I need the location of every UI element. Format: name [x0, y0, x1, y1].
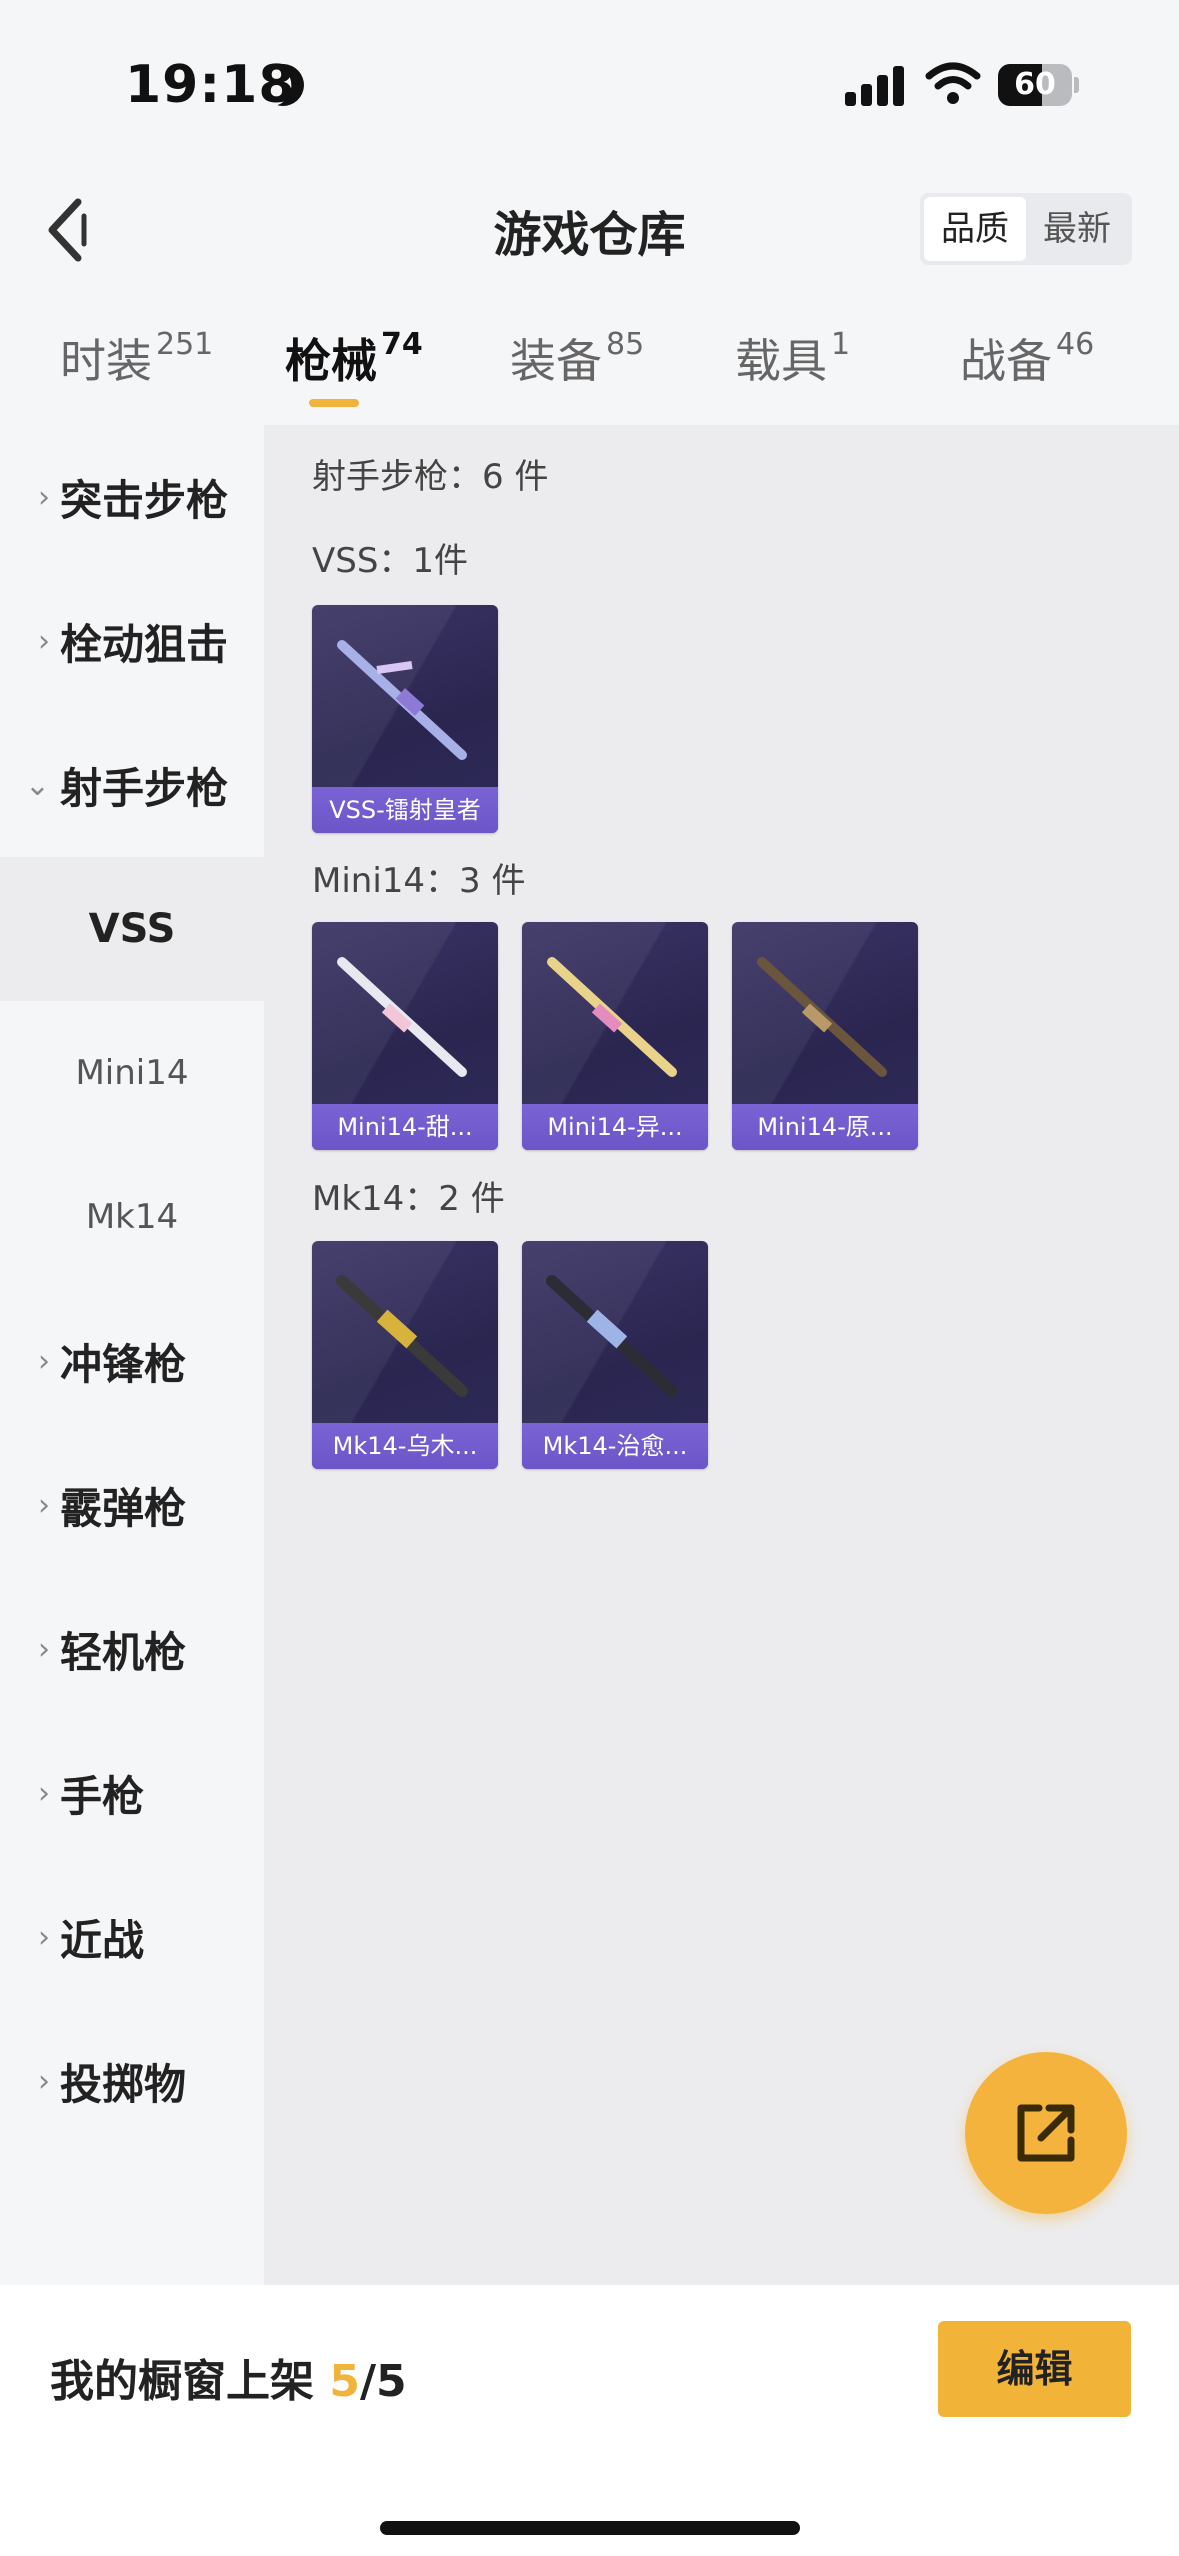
rifle-icon: [547, 957, 677, 1077]
home-indicator: [380, 2521, 800, 2535]
tab-supplies[interactable]: 战备 46: [960, 325, 1094, 415]
item-card[interactable]: Mini14-异...: [522, 922, 708, 1150]
item-card[interactable]: Mini14-原...: [732, 922, 918, 1150]
sort-toggle: 品质 最新: [920, 193, 1132, 265]
rifle-icon: [546, 1275, 678, 1397]
showcase-total: /5: [359, 2356, 407, 2407]
rifle-icon: [757, 957, 887, 1077]
sort-newest-button[interactable]: 最新: [1026, 197, 1128, 261]
showcase-label: 我的橱窗上架: [50, 2356, 330, 2407]
sidebar-subitem-mk14[interactable]: Mk14: [0, 1145, 264, 1289]
chevron-right-icon: ›: [38, 1631, 50, 1667]
tab-equipment[interactable]: 装备 85: [510, 325, 644, 415]
showcase-current: 5: [329, 2356, 360, 2407]
item-grid-panel: 射手步枪：6 件 VSS：1件 VSS-镭射皇者 Mini14：3 件 Mini…: [264, 425, 1179, 2285]
edit-button[interactable]: 编辑: [938, 2321, 1131, 2417]
group-title-mk14: Mk14：2 件: [312, 1179, 505, 1219]
tab-count: 251: [156, 327, 214, 362]
tab-count: 74: [381, 327, 423, 362]
chevron-right-icon: ›: [38, 1343, 50, 1379]
active-tab-indicator: [309, 399, 359, 407]
signal-icon: [845, 64, 905, 106]
item-name: VSS-镭射皇者: [329, 796, 481, 824]
sidebar-item-shotguns[interactable]: › 霰弹枪: [0, 1433, 264, 1577]
tab-vehicles[interactable]: 载具 1: [735, 325, 850, 415]
share-button[interactable]: [965, 2052, 1127, 2214]
sidebar-item-label: 射手步枪: [60, 763, 229, 813]
battery-icon: 60: [998, 64, 1079, 106]
sidebar-item-smg[interactable]: › 冲锋枪: [0, 1289, 264, 1433]
sidebar-item-lmg[interactable]: › 轻机枪: [0, 1577, 264, 1721]
chevron-down-icon: ⌄: [24, 767, 50, 803]
item-card[interactable]: Mk14-治愈...: [522, 1241, 708, 1469]
tab-count: 1: [831, 327, 851, 362]
tab-count: 85: [606, 327, 645, 362]
chevron-right-icon: ›: [38, 1919, 50, 1955]
sidebar-item-melee[interactable]: › 近战: [0, 1865, 264, 2009]
rifle-icon: [337, 957, 467, 1077]
sidebar-item-assault-rifles[interactable]: › 突击步枪: [0, 425, 264, 569]
sidebar-item-bolt-snipers[interactable]: › 栓动狙击: [0, 569, 264, 713]
item-card[interactable]: Mk14-乌木...: [312, 1241, 498, 1469]
chevron-right-icon: ›: [38, 2063, 50, 2099]
sidebar-item-label: 霰弹枪: [60, 1483, 187, 1533]
tab-label: 装备: [510, 334, 602, 388]
sidebar-item-label: 轻机枪: [60, 1627, 187, 1677]
item-card[interactable]: Mini14-甜...: [312, 922, 498, 1150]
sidebar: › 突击步枪 › 栓动狙击 ⌄ 射手步枪 VSS Mini14 Mk14 › 冲锋枪 ›…: [0, 425, 264, 2285]
group-title-mini14: Mini14：3 件: [312, 861, 526, 901]
tab-firearms[interactable]: 枪械 74: [285, 325, 423, 415]
sidebar-item-label: 突击步枪: [60, 475, 229, 525]
sidebar-subitem-vss[interactable]: VSS: [0, 857, 264, 1001]
wifi-icon: [925, 62, 981, 104]
status-bar: 19:18 60: [0, 0, 1179, 170]
item-name: Mk14-乌木...: [332, 1432, 478, 1460]
rifle-icon: [336, 1275, 468, 1397]
sidebar-item-label: 冲锋枪: [60, 1339, 187, 1389]
chevron-right-icon: ›: [38, 623, 50, 659]
showcase-status: 我的橱窗上架 5/5: [50, 2345, 407, 2409]
tab-fashion[interactable]: 时装 251: [60, 325, 213, 415]
sidebar-subitem-mini14[interactable]: Mini14: [0, 1001, 264, 1145]
sidebar-item-label: 栓动狙击: [60, 619, 229, 669]
sidebar-item-label: 近战: [60, 1915, 145, 1965]
tab-label: 载具: [735, 334, 827, 388]
item-name: Mini14-原...: [757, 1113, 893, 1141]
sidebar-item-pistols[interactable]: › 手枪: [0, 1721, 264, 1865]
chevron-right-icon: ›: [38, 479, 50, 515]
group-title-vss: VSS：1件: [312, 541, 469, 581]
tab-label: 战备: [960, 334, 1052, 388]
category-tabs: 时装 251 枪械 74 装备 85 载具 1 战备 46: [0, 325, 1179, 425]
bottom-bar: 我的橱窗上架 5/5 编辑: [0, 2285, 1179, 2556]
tab-label: 时装: [60, 334, 152, 388]
sidebar-item-label: 手枪: [60, 1771, 145, 1821]
item-card[interactable]: VSS-镭射皇者: [312, 605, 498, 833]
item-name: Mk14-治愈...: [542, 1432, 688, 1460]
share-icon: [1017, 2104, 1075, 2162]
tab-label: 枪械: [285, 334, 377, 388]
sidebar-item-dmr[interactable]: ⌄ 射手步枪: [0, 713, 264, 857]
chevron-right-icon: ›: [38, 1775, 50, 1811]
item-name: Mini14-异...: [547, 1113, 683, 1141]
chevron-right-icon: ›: [38, 1487, 50, 1523]
sidebar-item-label: 投掷物: [60, 2059, 187, 2109]
category-header: 射手步枪：6 件: [312, 457, 549, 497]
sort-quality-button[interactable]: 品质: [924, 197, 1026, 261]
battery-level: 60: [1014, 67, 1056, 102]
item-name: Mini14-甜...: [337, 1113, 473, 1141]
tab-count: 46: [1056, 327, 1095, 362]
rifle-icon: [337, 640, 467, 760]
sidebar-item-throwables[interactable]: › 投掷物: [0, 2009, 264, 2153]
